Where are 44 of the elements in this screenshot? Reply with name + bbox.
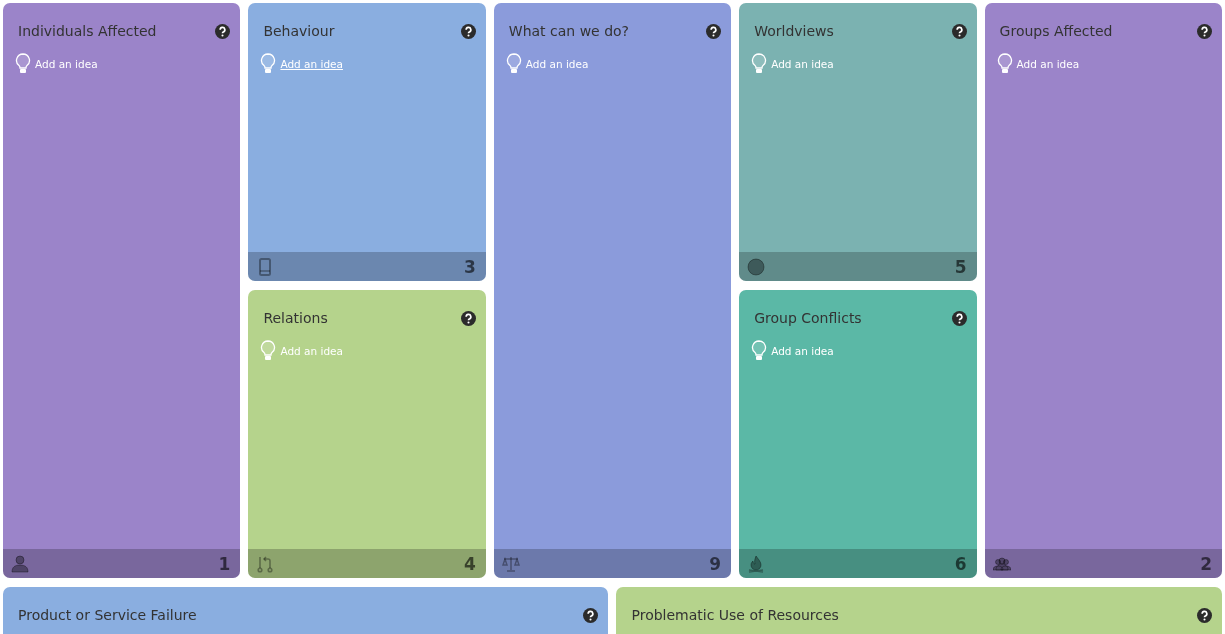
add-idea-link[interactable]: Add an idea [771, 58, 834, 70]
idea-count: 9 [709, 553, 722, 574]
help-icon[interactable] [583, 607, 599, 623]
lightbulb-icon [505, 53, 522, 75]
help-icon[interactable] [460, 310, 476, 326]
lightbulb-icon [996, 53, 1013, 75]
add-idea-link[interactable]: Add an idea [280, 58, 343, 70]
branch-icon [256, 554, 275, 573]
lightbulb-icon [260, 340, 277, 362]
help-icon[interactable] [1197, 23, 1212, 39]
add-idea-link[interactable]: Add an idea [771, 345, 834, 357]
card-title: Product or Service Failure [18, 607, 197, 623]
help-icon[interactable] [215, 23, 231, 39]
idea-count: 1 [218, 553, 231, 574]
help-icon[interactable] [951, 23, 967, 39]
campfire-icon [747, 554, 766, 573]
idea-count: 6 [954, 553, 967, 574]
lightbulb-icon [260, 53, 277, 75]
card-title: Behaviour [263, 23, 335, 39]
lightbulb-icon [15, 53, 31, 75]
add-idea-link[interactable]: Add an idea [525, 58, 589, 70]
card-title: Individuals Affected [18, 23, 157, 39]
scales-icon [501, 554, 520, 573]
person-icon [11, 554, 29, 573]
idea-count: 4 [463, 553, 476, 574]
help-icon[interactable] [1197, 607, 1212, 623]
add-idea-link[interactable]: Add an idea [1016, 58, 1080, 70]
card-title: Problematic Use of Resources [631, 607, 839, 623]
help-icon[interactable] [460, 23, 476, 39]
lightbulb-icon [751, 53, 768, 75]
idea-count: 2 [1200, 553, 1212, 574]
card-title: Worldviews [754, 23, 834, 39]
idea-count: 5 [954, 256, 967, 277]
card-title: Groups Affected [999, 23, 1113, 39]
add-idea-link[interactable]: Add an idea [35, 58, 98, 70]
help-icon[interactable] [706, 23, 722, 39]
idea-count: 3 [463, 256, 476, 277]
card-title: Group Conflicts [754, 310, 862, 326]
group-icon [992, 554, 1011, 573]
help-icon[interactable] [951, 310, 967, 326]
add-idea-link[interactable]: Add an idea [280, 345, 343, 357]
card-title: Relations [263, 310, 328, 326]
lightbulb-icon [751, 340, 768, 362]
card-title: What can we do? [508, 23, 630, 39]
